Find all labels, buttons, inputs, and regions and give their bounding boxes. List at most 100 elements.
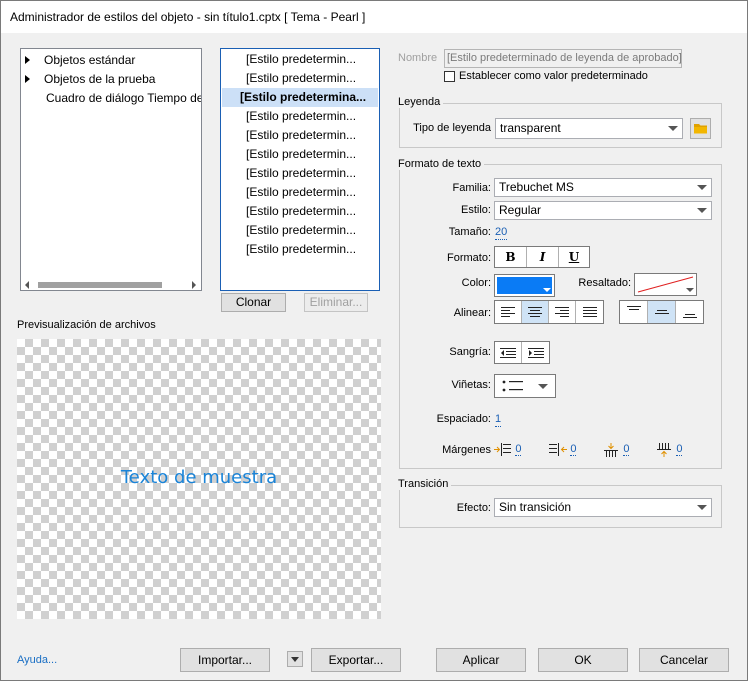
margin-top-control[interactable]: 0 bbox=[604, 442, 630, 457]
default-checkbox-label: Establecer como valor predeterminado bbox=[459, 70, 648, 82]
highlight-color-picker[interactable] bbox=[634, 273, 697, 296]
text-format-group-label: Formato de texto bbox=[398, 158, 485, 170]
margin-top-icon bbox=[604, 442, 618, 457]
align-bottom-icon bbox=[682, 314, 697, 318]
import-menu-button[interactable] bbox=[287, 651, 303, 667]
margins-label: Márgenes bbox=[442, 444, 491, 456]
import-button[interactable]: Importar... bbox=[180, 648, 270, 672]
family-label: Familia: bbox=[452, 182, 491, 194]
transition-group-label: Transición bbox=[398, 478, 452, 490]
object-style-manager-dialog: Administrador de estilos del objeto - si… bbox=[0, 0, 748, 681]
default-checkbox[interactable] bbox=[444, 71, 455, 82]
highlight-label: Resaltado: bbox=[578, 277, 631, 289]
align-middle-button[interactable] bbox=[648, 301, 676, 323]
text-color-picker[interactable] bbox=[494, 274, 555, 297]
font-family-value: Trebuchet MS bbox=[499, 180, 574, 194]
margin-bottom-control[interactable]: 0 bbox=[657, 442, 683, 457]
margin-right-control[interactable]: 0 bbox=[549, 442, 577, 457]
chevron-down-icon bbox=[697, 185, 707, 190]
scroll-left-arrow-icon[interactable] bbox=[25, 281, 29, 289]
font-family-select[interactable]: Trebuchet MS bbox=[494, 178, 712, 197]
underline-button[interactable]: U bbox=[559, 247, 589, 267]
folder-button[interactable] bbox=[690, 118, 711, 139]
align-center-button[interactable] bbox=[522, 301, 549, 323]
style-list-item[interactable]: [Estilo predetermin... bbox=[246, 183, 356, 202]
bold-button[interactable]: B bbox=[495, 247, 527, 267]
decrease-indent-icon bbox=[500, 347, 516, 358]
effect-label: Efecto: bbox=[456, 502, 491, 514]
style-list-item[interactable]: [Estilo predetermin... bbox=[246, 164, 356, 183]
window-title: Administrador de estilos del objeto - si… bbox=[10, 10, 366, 24]
ok-button[interactable]: OK bbox=[538, 648, 628, 672]
margin-left-control[interactable]: 0 bbox=[494, 442, 522, 457]
align-left-icon bbox=[501, 307, 515, 317]
tree-item-quiz-objects[interactable]: Objetos de la prueba bbox=[25, 70, 155, 89]
style-list-item[interactable]: [Estilo predetermin... bbox=[246, 126, 356, 145]
size-label: Tamaño: bbox=[448, 226, 491, 238]
object-tree[interactable]: Objetos estándar Objetos de la prueba Cu… bbox=[20, 48, 202, 291]
margin-bottom-value: 0 bbox=[676, 443, 683, 456]
scroll-right-arrow-icon[interactable] bbox=[192, 281, 196, 289]
style-list-item[interactable]: [Estilo predetermin... bbox=[246, 107, 356, 126]
bullets-select[interactable] bbox=[494, 374, 556, 398]
style-list-item[interactable]: [Estilo predetermin... bbox=[246, 145, 356, 164]
cancel-button[interactable]: Cancelar bbox=[639, 648, 729, 672]
style-label: Estilo: bbox=[461, 204, 491, 216]
help-link[interactable]: Ayuda... bbox=[17, 654, 57, 666]
transition-effect-select[interactable]: Sin transición bbox=[494, 498, 712, 517]
underline-glyph: U bbox=[568, 250, 580, 264]
name-field[interactable]: [Estilo predeterminado de leyenda de apr… bbox=[444, 49, 682, 68]
clone-button[interactable]: Clonar bbox=[221, 293, 286, 312]
style-list-item[interactable]: [Estilo predetermin... bbox=[246, 221, 356, 240]
sample-text: Texto de muestra bbox=[120, 467, 278, 488]
margin-left-icon bbox=[494, 442, 511, 456]
tree-item-standard-objects[interactable]: Objetos estándar bbox=[25, 51, 135, 70]
caption-type-select[interactable]: transparent bbox=[495, 118, 683, 139]
align-middle-icon bbox=[654, 310, 669, 314]
name-label: Nombre bbox=[398, 52, 438, 64]
align-right-button[interactable] bbox=[549, 301, 576, 323]
tree-item-label: Objetos de la prueba bbox=[44, 72, 156, 86]
bullet-list-icon bbox=[502, 380, 523, 392]
style-list-item[interactable]: [Estilo predetermin... bbox=[246, 240, 356, 259]
font-size-value[interactable]: 20 bbox=[495, 226, 508, 240]
style-list-item[interactable]: [Estilo predetermin... bbox=[246, 69, 356, 88]
align-justify-button[interactable] bbox=[576, 301, 603, 323]
bold-glyph: B bbox=[505, 250, 516, 264]
align-label: Alinear: bbox=[453, 307, 491, 319]
apply-button[interactable]: Aplicar bbox=[436, 648, 526, 672]
style-list[interactable]: [Estilo predetermin... [Estilo predetermi… bbox=[220, 48, 380, 291]
export-button[interactable]: Exportar... bbox=[311, 648, 401, 672]
horizontal-scrollbar[interactable] bbox=[22, 281, 200, 289]
align-center-icon bbox=[528, 307, 542, 317]
tree-item-label: Cuadro de diálogo Tiempo de bbox=[46, 91, 201, 105]
align-top-button[interactable] bbox=[620, 301, 648, 323]
decrease-indent-button[interactable] bbox=[495, 342, 522, 363]
font-style-select[interactable]: Regular bbox=[494, 201, 712, 220]
line-spacing-value[interactable]: 1 bbox=[495, 413, 502, 427]
style-list-item[interactable]: [Estilo predetermina... bbox=[240, 88, 366, 107]
scrollbar-thumb[interactable] bbox=[38, 282, 162, 288]
chevron-down-icon bbox=[697, 208, 707, 213]
caption-group-label: Leyenda bbox=[398, 96, 444, 108]
title-bar: Administrador de estilos del objeto - si… bbox=[1, 1, 747, 33]
align-top-icon bbox=[626, 306, 641, 310]
font-style-value: Regular bbox=[499, 203, 542, 217]
caption-type-value: transparent bbox=[500, 121, 561, 135]
margin-top-value: 0 bbox=[623, 443, 630, 456]
format-buttons: B I U bbox=[494, 246, 590, 268]
italic-button[interactable]: I bbox=[527, 247, 559, 267]
delete-button[interactable]: Eliminar... bbox=[304, 293, 368, 312]
tree-item-timing-dialog[interactable]: Cuadro de diálogo Tiempo de bbox=[46, 89, 201, 108]
style-list-item[interactable]: [Estilo predetermin... bbox=[246, 202, 356, 221]
increase-indent-button[interactable] bbox=[522, 342, 549, 363]
expand-arrow-icon[interactable] bbox=[25, 56, 30, 64]
bullets-label: Viñetas: bbox=[451, 379, 491, 391]
no-color-icon bbox=[637, 276, 694, 293]
align-left-button[interactable] bbox=[495, 301, 522, 323]
align-bottom-button[interactable] bbox=[676, 301, 703, 323]
style-list-item[interactable]: [Estilo predetermin... bbox=[246, 50, 356, 69]
align-justify-icon bbox=[582, 307, 597, 317]
expand-arrow-icon[interactable] bbox=[25, 75, 30, 83]
color-label: Color: bbox=[461, 277, 491, 289]
